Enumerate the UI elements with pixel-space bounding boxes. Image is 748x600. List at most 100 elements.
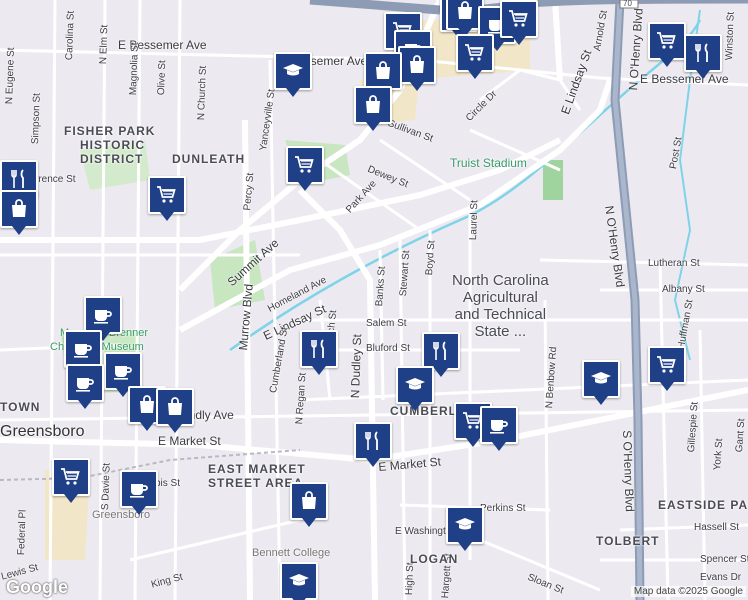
district-label: STREET AREA bbox=[208, 476, 304, 490]
map-marker[interactable] bbox=[104, 352, 142, 397]
district-label: DISTRICT bbox=[80, 152, 144, 166]
map-marker[interactable] bbox=[354, 86, 392, 131]
street-label: N Dudley St bbox=[348, 333, 365, 399]
map-marker[interactable] bbox=[456, 34, 494, 79]
map-marker[interactable] bbox=[120, 470, 158, 515]
district-label: FISHER PARK bbox=[64, 124, 156, 138]
shopping-cart-icon bbox=[657, 32, 676, 49]
street-label: Salem St bbox=[366, 318, 407, 329]
district-label: TOWN bbox=[0, 400, 41, 414]
campus-label: North Carolina Agricultural and Technica… bbox=[452, 272, 549, 340]
coffee-icon bbox=[490, 420, 508, 434]
street-label: High St bbox=[404, 562, 417, 596]
restaurant-icon bbox=[311, 339, 324, 358]
map-marker[interactable] bbox=[280, 562, 318, 600]
graduation-cap-icon bbox=[283, 64, 303, 76]
map-marker[interactable] bbox=[480, 406, 518, 451]
shopping-bag-icon bbox=[168, 397, 182, 415]
street-label: Federal Pl bbox=[16, 509, 29, 556]
map-canvas[interactable]: E Bessemer Ave Bessemer Ave E Bessemer A… bbox=[0, 0, 748, 600]
graduation-cap-icon bbox=[591, 372, 611, 384]
map-marker[interactable] bbox=[52, 458, 90, 503]
google-logo: Google bbox=[6, 577, 68, 597]
map-marker[interactable] bbox=[0, 190, 38, 235]
district-label: DUNLEATH bbox=[172, 152, 246, 166]
restaurant-icon bbox=[11, 169, 24, 188]
restaurant-icon bbox=[695, 43, 708, 62]
coffee-icon bbox=[74, 344, 92, 358]
street-label: York St bbox=[712, 438, 726, 471]
street-label: N Eugene St bbox=[4, 47, 17, 105]
shopping-bag-icon bbox=[376, 61, 390, 79]
shopping-bag-icon bbox=[458, 1, 472, 19]
street-label: Magnolia St bbox=[128, 42, 141, 96]
street-label: Evans Dr bbox=[700, 572, 742, 583]
map-marker[interactable] bbox=[422, 332, 460, 377]
map-marker[interactable] bbox=[274, 52, 312, 97]
shopping-cart-icon bbox=[465, 44, 484, 61]
shopping-bag-icon bbox=[366, 95, 380, 113]
street-label: N Elm St bbox=[98, 24, 111, 65]
graduation-cap-icon bbox=[405, 378, 425, 390]
map-marker[interactable] bbox=[64, 330, 102, 375]
district-label: EAST MARKET bbox=[208, 462, 306, 476]
shopping-cart-icon bbox=[61, 468, 80, 485]
street-label: Perkins St bbox=[480, 503, 526, 514]
shopping-cart-icon bbox=[657, 356, 676, 373]
street-label: Simpson St bbox=[30, 92, 43, 145]
street-label: E Market St bbox=[158, 434, 221, 448]
map-marker[interactable] bbox=[446, 506, 484, 551]
street-label: Carolina St bbox=[64, 10, 77, 61]
map-marker[interactable] bbox=[396, 366, 434, 411]
map-attribution[interactable]: Map data ©2025 Google bbox=[630, 586, 746, 597]
street-label: Gant St bbox=[734, 418, 748, 453]
street-label: N Church St bbox=[196, 65, 209, 121]
map-marker[interactable] bbox=[398, 46, 436, 91]
graduation-cap-icon bbox=[455, 518, 475, 530]
map-marker[interactable] bbox=[500, 0, 538, 45]
map-marker[interactable] bbox=[66, 364, 104, 409]
street-label: S Davie St bbox=[100, 462, 113, 511]
map-marker[interactable] bbox=[300, 330, 338, 375]
street-label: Olive St bbox=[156, 60, 169, 96]
route-shield-label: 70 bbox=[623, 0, 632, 8]
college-label[interactable]: Bennett College bbox=[252, 548, 330, 559]
coffee-icon bbox=[94, 310, 112, 324]
coffee-icon bbox=[76, 378, 94, 392]
map-marker[interactable] bbox=[648, 22, 686, 67]
shopping-cart-icon bbox=[295, 156, 314, 173]
stadium-label[interactable]: Truist Stadium bbox=[450, 157, 527, 169]
street-label: Winston St bbox=[724, 11, 737, 61]
map-marker[interactable] bbox=[364, 52, 402, 97]
shopping-bag-icon bbox=[12, 199, 26, 217]
city-label: Greensboro bbox=[0, 423, 85, 440]
coffee-icon bbox=[130, 484, 148, 498]
shopping-bag-icon bbox=[410, 55, 424, 73]
street-label: Laurel St bbox=[468, 199, 481, 241]
map-marker[interactable] bbox=[84, 296, 122, 341]
shopping-cart-icon bbox=[509, 10, 528, 27]
district-label: LOGAN bbox=[410, 552, 459, 566]
map-marker[interactable] bbox=[582, 360, 620, 405]
street-label: S O'Henry Blvd bbox=[620, 429, 637, 513]
district-label: HISTORIC bbox=[80, 138, 146, 152]
map-marker[interactable] bbox=[648, 346, 686, 391]
map-marker[interactable] bbox=[354, 422, 392, 467]
map-marker[interactable] bbox=[286, 146, 324, 191]
coffee-icon bbox=[114, 366, 132, 380]
map-marker[interactable] bbox=[684, 34, 722, 79]
district-label: TOLBERT bbox=[596, 534, 660, 548]
street-label: Lutheran St bbox=[648, 258, 700, 269]
graduation-cap-icon bbox=[289, 574, 309, 586]
street-label: Hassell St bbox=[694, 522, 740, 533]
map-marker[interactable] bbox=[156, 388, 194, 433]
restaurant-icon bbox=[365, 431, 378, 450]
street-label: Bluford St bbox=[366, 343, 410, 354]
restaurant-icon bbox=[433, 341, 446, 360]
map-marker[interactable] bbox=[148, 176, 186, 221]
street-label: E Bessemer Ave bbox=[640, 72, 729, 86]
map-marker[interactable] bbox=[290, 482, 328, 527]
shopping-cart-icon bbox=[157, 186, 176, 203]
street-label: Albany St bbox=[662, 284, 705, 295]
shopping-bag-icon bbox=[302, 491, 316, 509]
